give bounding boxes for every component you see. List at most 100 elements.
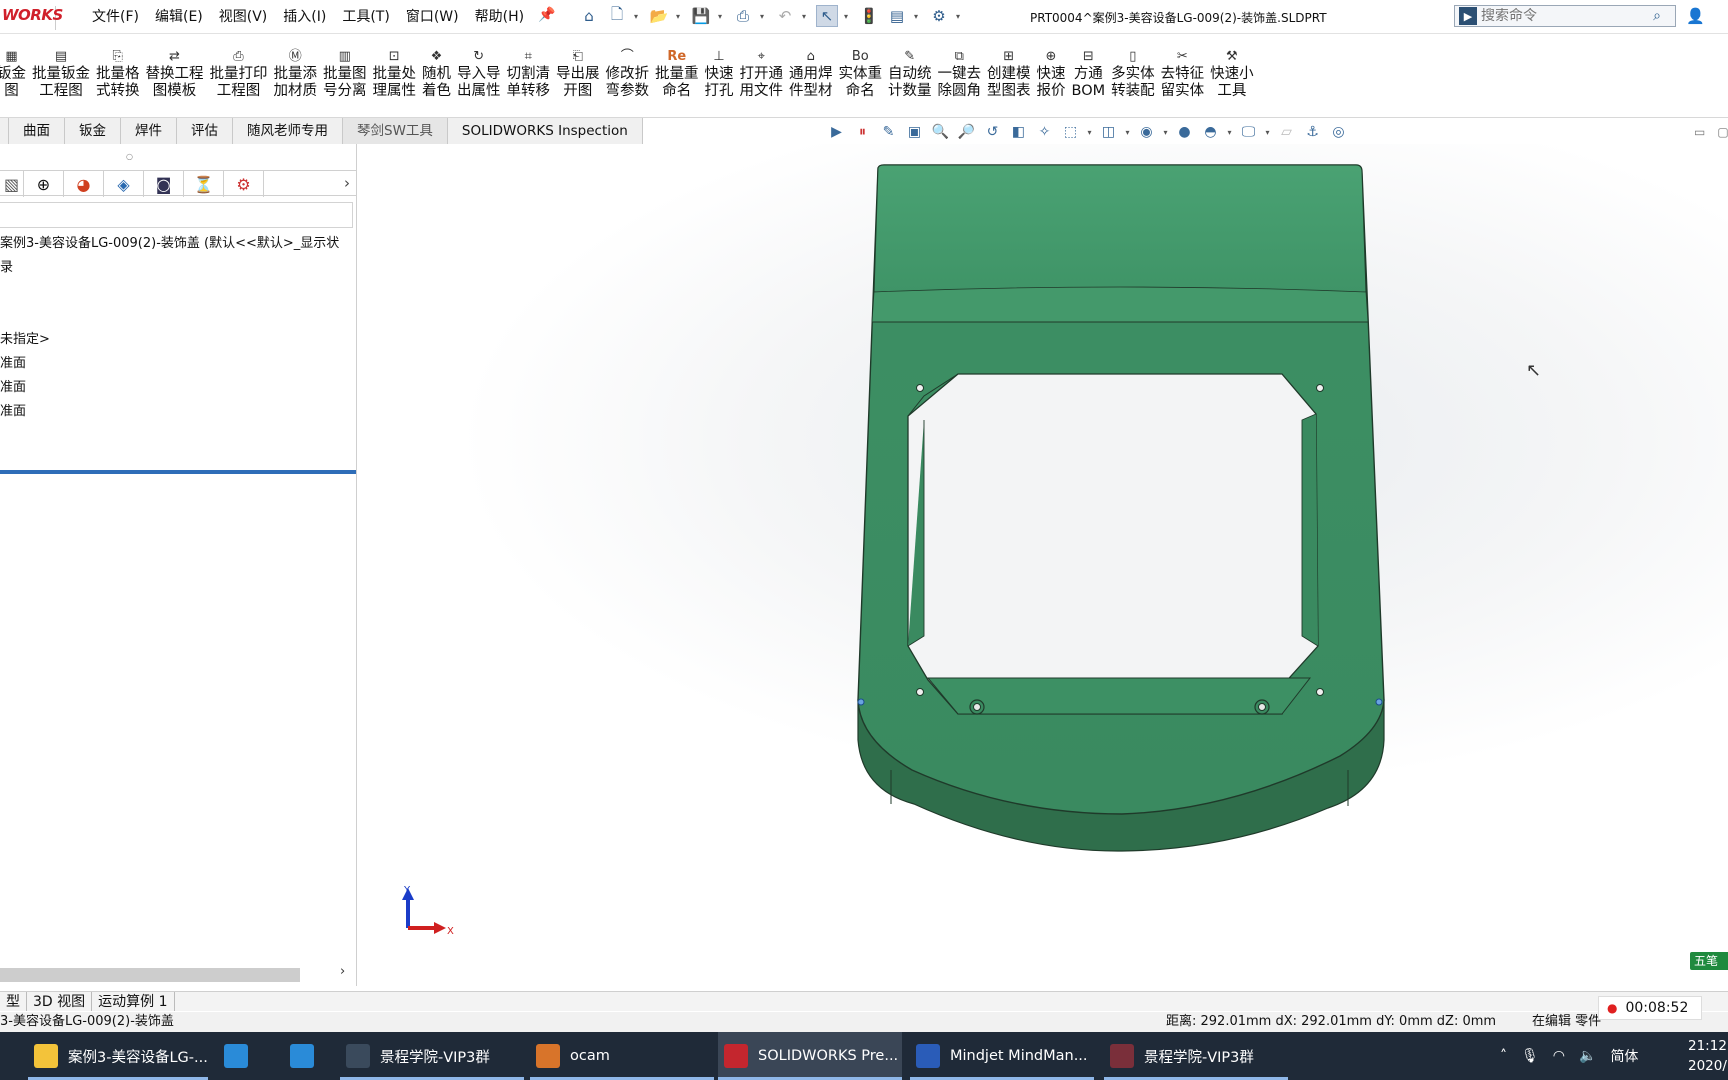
graphics-area[interactable]: Y X [358, 144, 1728, 990]
command-tab[interactable]: 评估 [177, 118, 233, 144]
hide-show-icon[interactable]: ◉ [1136, 122, 1157, 142]
search-commands-box[interactable]: ▶ ⌕ [1454, 5, 1676, 27]
command-tab[interactable]: 焊件 [121, 118, 177, 144]
taskbar-item[interactable]: SOLIDWORKS Pre... [718, 1032, 902, 1080]
chevron-down-icon[interactable]: ▾ [760, 12, 768, 21]
chevron-down-icon[interactable]: ▾ [1124, 122, 1131, 142]
maximize-icon[interactable]: ▢ [1717, 125, 1728, 139]
save-icon[interactable]: 💾 [690, 5, 712, 27]
command-tab[interactable]: SOLIDWORKS Inspection [447, 118, 643, 144]
ribbon-button[interactable]: ⌂ 通用焊 件型材 [786, 48, 836, 100]
configuration-manager-tab-icon[interactable]: ◕ [64, 171, 104, 197]
traffic-light-icon[interactable]: 🚦 [858, 5, 880, 27]
note-icon[interactable]: ▣ [904, 122, 925, 142]
ribbon-button[interactable]: ⧉ 一键去 除圆角 [935, 48, 985, 100]
undo-icon[interactable]: ↶ [774, 5, 796, 27]
display-manager-tab-icon[interactable]: ◙ [144, 171, 184, 197]
model-view-tab[interactable]: 运动算例 1 [92, 992, 175, 1011]
search-icon[interactable]: ⌕ [1653, 8, 1661, 24]
ribbon-button[interactable]: ▤ 批量钣金 工程图 [29, 48, 93, 100]
taskbar-item[interactable] [218, 1032, 274, 1080]
sketch-icon[interactable]: ✎ [878, 122, 899, 142]
menu-item[interactable]: 视图(V) [211, 7, 276, 27]
taskbar-item[interactable]: ocam [530, 1032, 714, 1080]
model-view-tab[interactable]: 3D 视图 [27, 992, 93, 1011]
taskbar-item[interactable]: 案例3-美容设备LG-... [28, 1032, 208, 1080]
property-manager-tab-icon[interactable]: ⊕ [24, 171, 64, 197]
ribbon-button[interactable]: ▥ 批量图 号分离 [320, 48, 370, 100]
dynamic-annotation-icon[interactable]: ✧ [1034, 122, 1055, 142]
render-icon[interactable]: ◎ [1328, 122, 1349, 142]
ribbon-button[interactable]: ⎗ 导出展 开图 [553, 48, 603, 100]
menu-item[interactable]: 文件(F) [84, 7, 147, 27]
tree-filter-field[interactable] [0, 202, 353, 228]
scene-icon[interactable]: ◓ [1200, 122, 1221, 142]
new-document-icon[interactable]: 🗋 [606, 5, 628, 27]
language-indicator[interactable]: 简体 [1610, 1046, 1638, 1066]
ribbon-button[interactable]: ❖ 随机 着色 [419, 48, 454, 100]
chevron-down-icon[interactable]: ▾ [634, 12, 642, 21]
appearance-icon[interactable]: ● [1174, 122, 1195, 142]
ribbon-button[interactable]: ⊟ 方通 BOM [1069, 48, 1109, 100]
anchor-icon[interactable]: ⚓ [1302, 122, 1323, 142]
ribbon-button[interactable]: ⎘ 批量格 式转换 [93, 48, 143, 100]
ribbon-button[interactable]: ↻ 导入导 出属性 [454, 48, 504, 100]
ribbon-button[interactable]: ⊥ 快速 打孔 [702, 48, 737, 100]
tree-item[interactable] [0, 280, 339, 304]
user-icon[interactable]: 👤 [1686, 7, 1705, 25]
chevron-down-icon[interactable]: ▾ [718, 12, 726, 21]
tree-item[interactable]: 准面 [0, 376, 339, 400]
ribbon-button[interactable]: ⊕ 快速 报价 [1034, 48, 1069, 100]
taskbar-item[interactable] [284, 1032, 334, 1080]
toolbox-tab-icon[interactable]: ⚙ [224, 171, 264, 197]
options-gear-icon[interactable]: ⚙ [928, 5, 950, 27]
ribbon-button[interactable]: Ⓜ 批量添 加材质 [271, 48, 321, 100]
taskbar-item[interactable]: Mindjet MindMan... [910, 1032, 1094, 1080]
rollback-bar[interactable] [0, 470, 356, 474]
chevron-down-icon[interactable]: ▾ [844, 12, 852, 21]
home-icon[interactable]: ⌂ [578, 5, 600, 27]
plane-icon[interactable]: ▱ [1276, 122, 1297, 142]
view-orientation-icon[interactable]: ⬚ [1060, 122, 1081, 142]
ribbon-button[interactable]: ▦ 钣金 图 [0, 48, 29, 100]
ribbon-button[interactable]: ▯ 多实体 转装配 [1108, 48, 1158, 100]
tree-item[interactable]: 案例3-美容设备LG-009(2)-装饰盖 (默认<<默认>_显示状 [0, 232, 339, 256]
pin-icon[interactable]: 📌 [538, 7, 555, 23]
file-properties-icon[interactable]: ▤ [886, 5, 908, 27]
search-input[interactable] [1481, 8, 1631, 24]
section-view-icon[interactable]: ◧ [1008, 122, 1029, 142]
tree-item[interactable]: 准面 [0, 352, 339, 376]
ribbon-button[interactable]: ⌗ 切割清 单转移 [504, 48, 554, 100]
menu-item[interactable]: 插入(I) [275, 7, 334, 27]
ribbon-button[interactable]: Bo 实体重 命名 [836, 48, 886, 100]
restore-icon[interactable]: ▭ [1694, 125, 1705, 139]
print-icon[interactable]: ⎙ [732, 5, 754, 27]
tree-item[interactable]: 未指定> [0, 328, 339, 352]
ribbon-button[interactable]: ⌖ 打开通 用文件 [737, 48, 787, 100]
menu-item[interactable]: 编辑(E) [147, 7, 211, 27]
ribbon-button[interactable]: ✎ 自动统 计数量 [885, 48, 935, 100]
tree-item[interactable]: 准面 [0, 400, 339, 424]
dimxpert-manager-tab-icon[interactable]: ◈ [104, 171, 144, 197]
feature-manager-tab-icon[interactable]: ▧ [0, 171, 24, 197]
chevron-up-icon[interactable]: ˄ [1500, 1048, 1507, 1064]
menu-item[interactable]: 工具(T) [334, 7, 397, 27]
open-folder-icon[interactable]: 📂 [648, 5, 670, 27]
command-tab[interactable]: 琴剑SW工具 [343, 118, 448, 144]
tree-item[interactable] [0, 304, 339, 328]
chevron-down-icon[interactable]: ▾ [1264, 122, 1271, 142]
chevron-down-icon[interactable]: ▾ [956, 12, 964, 21]
search-mode-icon[interactable]: ▶ [1459, 7, 1477, 25]
command-tab[interactable]: 曲面 [9, 118, 65, 144]
chevron-down-icon[interactable]: ▾ [676, 12, 684, 21]
chevron-right-icon[interactable]: › [337, 171, 357, 195]
ribbon-button[interactable]: ✂ 去特征 留实体 [1158, 48, 1208, 100]
play-icon[interactable]: ▶ [826, 122, 847, 142]
zoom-to-area-icon[interactable]: 🔎 [956, 122, 977, 142]
panel-horizontal-scrollbar[interactable] [0, 968, 300, 982]
model-view-tab[interactable]: 型 [0, 992, 27, 1011]
menu-item[interactable]: 帮助(H) [467, 7, 532, 27]
record-icon[interactable]: ⏸ [852, 122, 873, 142]
command-tab[interactable]: 钣金 [65, 118, 121, 144]
ribbon-button[interactable]: ⊡ 批量处 理属性 [370, 48, 420, 100]
